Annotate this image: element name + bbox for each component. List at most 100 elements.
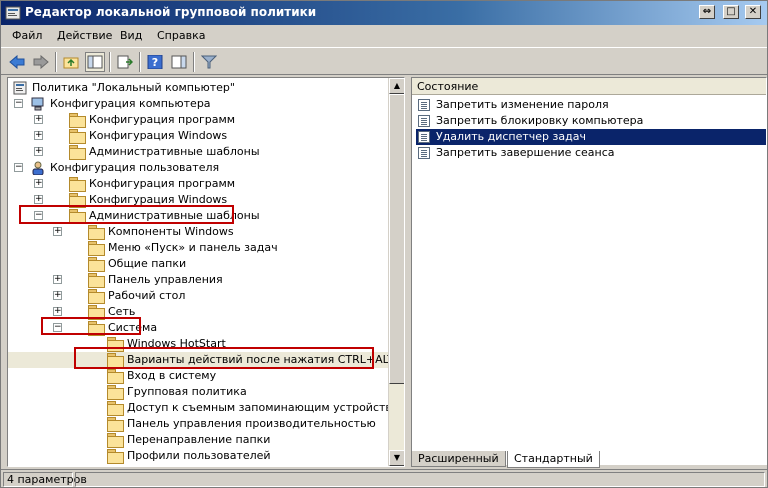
- forward-button[interactable]: [31, 52, 51, 72]
- restore-button[interactable]: ⇔: [699, 5, 715, 19]
- tree-node[interactable]: − Конфигурация пользователя: [8, 160, 388, 176]
- status-bar: 4 параметров: [1, 469, 767, 488]
- export-list-icon: [117, 55, 133, 69]
- tree-node[interactable]: + Конфигурация программ: [8, 112, 388, 128]
- computer-icon: [31, 97, 44, 111]
- collapse-icon[interactable]: −: [14, 99, 23, 108]
- expand-icon[interactable]: +: [34, 195, 43, 204]
- user-icon: [32, 161, 44, 175]
- tab-standard-label: Стандартный: [514, 452, 593, 465]
- tree-node-label: Конфигурация Windows: [89, 129, 228, 142]
- folder-icon: [88, 289, 105, 304]
- tree-node-label: Панель управления производительностью: [127, 417, 376, 430]
- list-item-label: Запретить блокировку компьютера: [436, 114, 644, 127]
- highlight-box-ctrl-alt-del: [74, 347, 374, 369]
- tree-node[interactable]: + Конфигурация Windows: [8, 128, 388, 144]
- status-extra: [75, 472, 765, 487]
- policy-setting-icon: [418, 115, 430, 127]
- toolbar-separator: [55, 52, 57, 72]
- folder-icon: [107, 369, 124, 384]
- column-header-label: Состояние: [417, 80, 479, 93]
- expand-icon[interactable]: +: [34, 115, 43, 124]
- restore-icon: ⇔: [702, 6, 712, 17]
- svg-text:?: ?: [152, 56, 158, 69]
- scroll-up-button[interactable]: ▲: [389, 78, 404, 94]
- tree-node[interactable]: + Панель управления: [8, 272, 388, 288]
- tree-node[interactable]: + Административные шаблоны: [8, 144, 388, 160]
- expand-icon[interactable]: +: [34, 147, 43, 156]
- back-button[interactable]: [7, 52, 27, 72]
- expand-icon[interactable]: +: [53, 227, 62, 236]
- tree-node-label: Меню «Пуск» и панель задач: [108, 241, 278, 254]
- tree-node[interactable]: Панель управления производительностью: [8, 416, 388, 432]
- tree-node-label: Конфигурация программ: [89, 113, 236, 126]
- folder-icon: [88, 241, 105, 256]
- export-list-button[interactable]: [115, 52, 135, 72]
- forward-arrow-icon: [33, 55, 49, 69]
- toolbar-separator: [193, 52, 195, 72]
- list-item[interactable]: Запретить завершение сеанса: [416, 145, 766, 161]
- tree-node[interactable]: Групповая политика: [8, 384, 388, 400]
- tree-scrollbar[interactable]: ▲ ▼: [388, 78, 404, 466]
- tree-node[interactable]: Профили пользователей: [8, 448, 388, 464]
- tab-extended[interactable]: Расширенный: [411, 451, 506, 467]
- collapse-icon[interactable]: −: [14, 163, 23, 172]
- column-header-state[interactable]: Состояние: [412, 78, 766, 95]
- show-hide-action-pane-button[interactable]: [169, 52, 189, 72]
- expand-icon[interactable]: +: [34, 179, 43, 188]
- details-pane: Состояние Запретить изменение пароля Запр…: [411, 77, 767, 465]
- tree-pane: Политика "Локальный компьютер" − Конфигура…: [7, 77, 405, 467]
- scroll-down-icon: ▼: [393, 453, 401, 462]
- folder-icon: [88, 273, 105, 288]
- expand-icon[interactable]: +: [53, 307, 62, 316]
- list-item-label: Запретить завершение сеанса: [436, 146, 615, 159]
- list-item[interactable]: Запретить изменение пароля: [416, 97, 766, 113]
- menu-help[interactable]: Справка: [157, 29, 205, 42]
- tab-standard[interactable]: Стандартный: [507, 451, 600, 468]
- filter-button[interactable]: [199, 52, 219, 72]
- close-button[interactable]: ✕: [745, 5, 761, 19]
- tree-node[interactable]: + Конфигурация программ: [8, 176, 388, 192]
- scroll-down-button[interactable]: ▼: [389, 450, 404, 466]
- menu-action[interactable]: Действие: [57, 29, 112, 42]
- tree-node-label: Конфигурация программ: [89, 177, 236, 190]
- scroll-up-icon: ▲: [393, 81, 401, 90]
- folder-up-icon: [63, 57, 79, 69]
- tree-node[interactable]: Общие папки: [8, 256, 388, 272]
- expand-icon[interactable]: +: [34, 131, 43, 140]
- highlight-box-admin-templates: [19, 205, 234, 224]
- folder-icon: [107, 401, 124, 416]
- help-icon: ?: [147, 55, 163, 69]
- menu-file[interactable]: Файл: [12, 29, 42, 42]
- menu-view[interactable]: Вид: [120, 29, 142, 42]
- folder-icon: [107, 449, 124, 464]
- tree-node[interactable]: + Компоненты Windows: [8, 224, 388, 240]
- tree-node[interactable]: − Конфигурация компьютера: [8, 96, 388, 112]
- list-item[interactable]: Запретить блокировку компьютера: [416, 113, 766, 129]
- expand-icon[interactable]: +: [53, 291, 62, 300]
- tree-node-label: Конфигурация компьютера: [50, 97, 211, 110]
- menu-bar: Файл Действие Вид Справка: [1, 25, 767, 47]
- tree-node-label: Административные шаблоны: [89, 145, 260, 158]
- folder-icon: [69, 145, 86, 160]
- tree-pane-icon: [87, 55, 103, 69]
- folder-icon: [107, 385, 124, 400]
- policy-setting-icon: [418, 131, 430, 143]
- tree-node[interactable]: + Рабочий стол: [8, 288, 388, 304]
- tree-node[interactable]: Меню «Пуск» и панель задач: [8, 240, 388, 256]
- tree-node[interactable]: Вход в систему: [8, 368, 388, 384]
- show-hide-tree-button[interactable]: [85, 52, 105, 72]
- window-title: Редактор локальной групповой политики: [25, 5, 317, 19]
- list-item[interactable]: Удалить диспетчер задач: [416, 129, 766, 145]
- tree-node[interactable]: Политика "Локальный компьютер": [8, 80, 388, 96]
- tree-node[interactable]: Перенаправление папки: [8, 432, 388, 448]
- up-level-button[interactable]: [61, 52, 81, 72]
- folder-icon: [69, 129, 86, 144]
- tree-node[interactable]: Доступ к съемным запоминающим устройства…: [8, 400, 404, 416]
- scroll-thumb[interactable]: [389, 94, 404, 384]
- maximize-button[interactable]: □: [723, 5, 739, 19]
- policy-setting-icon: [418, 99, 430, 111]
- help-button[interactable]: ?: [145, 52, 165, 72]
- tree-node-label: Групповая политика: [127, 385, 247, 398]
- expand-icon[interactable]: +: [53, 275, 62, 284]
